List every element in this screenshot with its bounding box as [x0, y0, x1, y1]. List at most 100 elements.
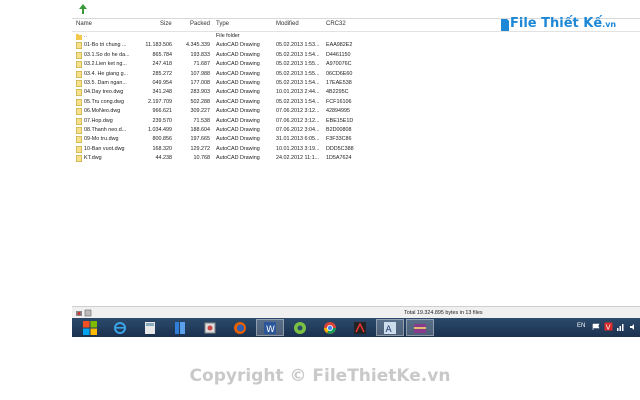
file-type: AutoCAD Drawing: [216, 42, 260, 49]
file-modified: 05.02.2013 1:53...: [276, 42, 320, 49]
file-type: AutoCAD Drawing: [216, 70, 260, 77]
dwg-file-icon: [76, 61, 82, 69]
file-name: 03.2.Lien ket ng...: [84, 61, 127, 68]
dwg-file-icon: [76, 80, 82, 87]
file-crc: EAA982E2: [326, 42, 353, 49]
file-packed: 4.345.339: [186, 42, 210, 49]
file-type: AutoCAD Drawing: [216, 126, 260, 133]
file-row[interactable]: 03.5. Dam ngan... 049.954 177.008 AutoCAD D…: [72, 79, 640, 88]
network-icon[interactable]: [617, 323, 625, 331]
file-modified: 10.01.2013 2:44...: [276, 89, 320, 96]
file-size: 11.183.506: [145, 42, 172, 49]
dwg-file-icon: [76, 117, 82, 125]
dwg-file-icon: [76, 42, 82, 50]
file-name: ..: [84, 33, 87, 39]
file-modified: 07.06.2012 3:12...: [276, 108, 320, 115]
file-list: .. File folder 01-Bo tri chung ... 11.183.5…: [72, 32, 640, 163]
svg-text:W: W: [266, 325, 275, 335]
taskbar-ie[interactable]: [106, 319, 134, 336]
file-name: 03.1.So do he da...: [84, 51, 130, 58]
col-name[interactable]: Name: [76, 21, 92, 27]
file-name: 03.5. Dam ngan...: [84, 79, 127, 86]
col-crc[interactable]: CRC32: [326, 21, 346, 27]
disk-icon: [76, 311, 82, 316]
file-type: File folder: [216, 33, 240, 39]
col-modified[interactable]: Modified: [276, 21, 299, 27]
file-type: AutoCAD Drawing: [216, 89, 260, 96]
col-type[interactable]: Type: [216, 21, 229, 27]
file-crc: D4461150: [326, 51, 351, 58]
taskbar-autocad[interactable]: [346, 319, 374, 336]
flag-icon[interactable]: [592, 323, 600, 331]
taskbar-browser[interactable]: [286, 319, 314, 336]
file-modified: 05.02.2013 1:55...: [276, 61, 320, 68]
file-modified: 31.01.2013 6:05...: [276, 136, 320, 143]
file-size: 44.238: [155, 155, 173, 162]
file-row[interactable]: 03.4. He giang g... 285.272 107.988 AutoCAD…: [72, 70, 640, 79]
taskbar-editor[interactable]: A: [376, 319, 404, 336]
file-type: AutoCAD Drawing: [216, 61, 260, 68]
autocad-icon: [354, 321, 366, 334]
file-row[interactable]: KT.dwg 44.238 10.768 AutoCAD Drawing 24.02.2…: [72, 154, 640, 163]
file-crc: 1D5A7624: [326, 155, 352, 162]
file-type: AutoCAD Drawing: [216, 79, 260, 86]
taskbar-word[interactable]: W: [256, 319, 284, 336]
file-row[interactable]: 10-Ban vuot.dwg 168.320 129.272 AutoCAD Dra…: [72, 145, 640, 154]
archive-window: Name Size Packed Type Modified CRC32 .. F…: [72, 0, 640, 319]
volume-icon[interactable]: [629, 323, 637, 331]
file-row[interactable]: 08.Thanh neo.d... 1.034.499 188.604 AutoCAD…: [72, 126, 640, 135]
file-size: 049.954: [152, 79, 173, 86]
tool-icon: [204, 322, 216, 333]
taskbar-calc[interactable]: [136, 319, 164, 336]
taskbar-winrar[interactable]: [406, 319, 434, 336]
file-modified: 07.06.2012 3:04...: [276, 126, 320, 133]
file-row[interactable]: 03.1.So do he da... 865.784 193.833 AutoCAD…: [72, 51, 640, 60]
file-crc: FCF16106: [326, 98, 352, 105]
chrome-icon: [324, 321, 336, 334]
taskbar-files[interactable]: [166, 319, 194, 336]
file-row[interactable]: 04.Day treo.dwg 341.248 283.903 AutoCAD Dra…: [72, 88, 640, 97]
site-logo: File Thiết Kế.vn: [500, 12, 620, 40]
watermark-text: Copyright © FileThietKe.vn: [189, 366, 451, 386]
file-packed: 193.833: [190, 51, 211, 58]
file-packed: 309.227: [190, 108, 211, 115]
start-button[interactable]: [76, 319, 104, 336]
file-type: AutoCAD Drawing: [216, 136, 260, 143]
file-modified: 10.01.2013 3:19...: [276, 145, 320, 152]
file-row[interactable]: 09-Mo tru.dwg 800.856 197.665 AutoCAD Drawi…: [72, 135, 640, 144]
antivirus-icon[interactable]: V: [604, 322, 613, 331]
word-icon: W: [264, 321, 276, 335]
col-size[interactable]: Size: [160, 21, 172, 27]
file-crc: A970076C: [326, 61, 352, 68]
file-crc: 4B2295C: [326, 89, 349, 96]
file-row[interactable]: 05.Tru cong.dwg 2.197.709 502.288 AutoCAD D…: [72, 98, 640, 107]
file-modified: 05.02.2013 1:54...: [276, 98, 320, 105]
file-modified: 05.02.2013 1:54...: [276, 79, 320, 86]
up-arrow-icon[interactable]: [78, 3, 88, 15]
taskbar-tool[interactable]: [196, 319, 224, 336]
language-indicator[interactable]: EN: [577, 323, 585, 329]
file-packed: 197.665: [190, 136, 211, 143]
col-packed[interactable]: Packed: [190, 21, 210, 27]
dwg-file-icon: [76, 51, 82, 59]
file-modified: 07.06.2012 3:12...: [276, 117, 320, 124]
file-size: 1.034.499: [148, 126, 172, 133]
firefox-icon: [234, 321, 246, 334]
file-type: AutoCAD Drawing: [216, 108, 260, 115]
file-packed: 129.272: [190, 145, 211, 152]
file-name: 01-Bo tri chung ...: [84, 42, 127, 49]
file-row[interactable]: 06.MoNeo.dwg 966.621 309.227 AutoCAD Drawin…: [72, 107, 640, 116]
dwg-file-icon: [76, 89, 82, 97]
calculator-icon: [145, 321, 155, 334]
taskbar: W A EN V: [72, 318, 640, 337]
file-row[interactable]: 07.Hop.dwg 239.570 71.538 AutoCAD Drawing 07…: [72, 117, 640, 126]
taskbar-firefox[interactable]: [226, 319, 254, 336]
dwg-file-icon: [76, 108, 82, 116]
file-type: AutoCAD Drawing: [216, 155, 260, 162]
file-row[interactable]: 03.2.Lien ket ng... 247.418 71.687 AutoCAD …: [72, 60, 640, 69]
taskbar-chrome[interactable]: [316, 319, 344, 336]
file-name: 06.MoNeo.dwg: [84, 108, 121, 115]
file-modified: 05.02.2013 1:54...: [276, 51, 320, 58]
status-text: Total 19.324.895 bytes in 13 files: [404, 310, 483, 316]
file-row[interactable]: 01-Bo tri chung ... 11.183.506 4.345.339 Au…: [72, 41, 640, 50]
